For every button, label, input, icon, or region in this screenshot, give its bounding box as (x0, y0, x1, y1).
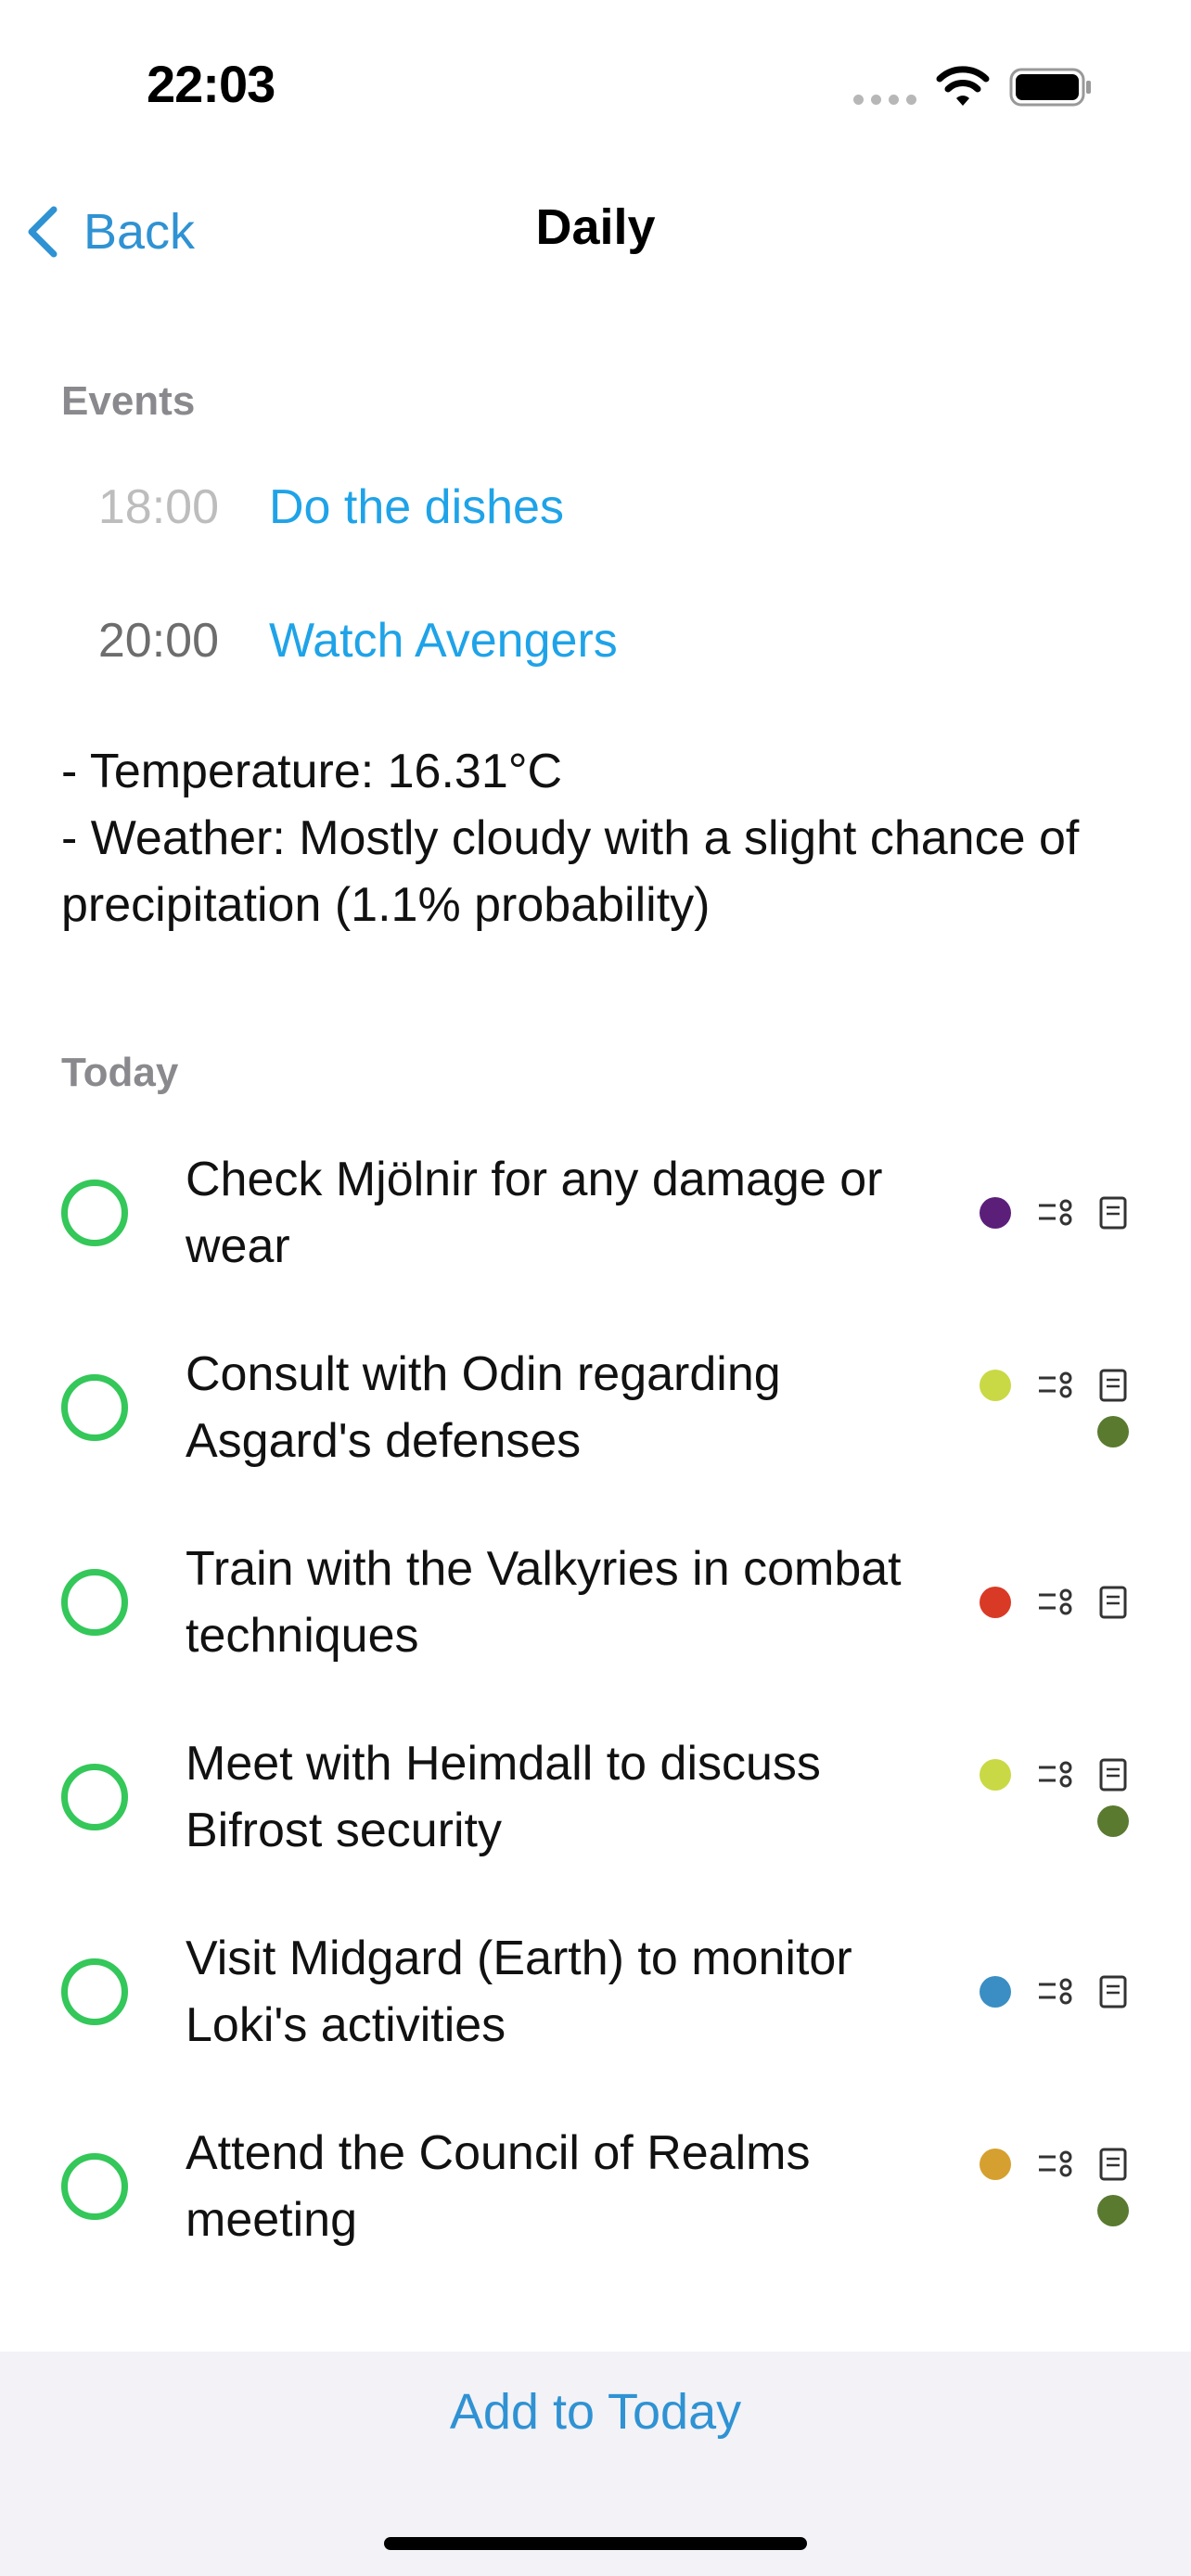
tag-color-dot (980, 1197, 1011, 1229)
task-checkbox[interactable] (61, 1180, 128, 1246)
notes-icon (1099, 1369, 1127, 1402)
status-dot (1097, 1416, 1129, 1447)
task-title: Meet with Heimdall to discuss Bifrost se… (186, 1737, 821, 1857)
notes-icon (1099, 2148, 1127, 2181)
events-section-header: Events (61, 378, 196, 424)
battery-icon (1009, 68, 1091, 107)
subtasks-icon (1039, 1371, 1072, 1398)
bottom-bar: Add to Today (0, 2352, 1191, 2576)
status-bar: 22:03 (0, 0, 1191, 176)
task-title: Attend the Council of Realms meeting (186, 2126, 811, 2247)
tag-color-dot (980, 1759, 1011, 1791)
event-time: 20:00 (97, 614, 219, 668)
subtasks-icon (1039, 1761, 1072, 1788)
tag-color-dot (980, 1370, 1011, 1401)
subtasks-icon (1039, 1978, 1072, 2005)
task-row[interactable]: Train with the Valkyries in combat techn… (0, 1536, 1191, 1702)
navigation-bar: Back Daily (0, 176, 1191, 287)
task-title: Visit Midgard (Earth) to monitor Loki's … (186, 1932, 852, 2052)
task-checkbox[interactable] (61, 1374, 128, 1441)
task-row[interactable]: Visit Midgard (Earth) to monitor Loki's … (0, 1925, 1191, 2092)
notes-icon (1099, 1758, 1127, 1792)
weather-note: - Temperature: 16.31°C - Weather: Mostly… (61, 738, 1137, 938)
status-time: 22:03 (147, 55, 275, 113)
add-to-today-button[interactable]: Add to Today (0, 2383, 1191, 2441)
task-checkbox[interactable] (61, 1569, 128, 1636)
subtasks-icon (1039, 1199, 1072, 1226)
notes-icon (1099, 1196, 1127, 1230)
task-list[interactable]: Check Mjölnir for any damage or wear Con… (0, 1113, 1191, 2352)
subtasks-icon (1039, 2150, 1072, 2177)
home-indicator[interactable] (384, 2537, 807, 2550)
today-section-header: Today (61, 1050, 179, 1095)
temperature-line: - Temperature: 16.31°C (61, 745, 563, 798)
task-row[interactable]: Consult with Odin regarding Asgard's def… (0, 1341, 1191, 1508)
subtasks-icon (1039, 1588, 1072, 1615)
notes-icon (1099, 1975, 1127, 2009)
tag-color-dot (980, 2149, 1011, 2180)
task-checkbox[interactable] (61, 2153, 128, 2220)
task-title: Consult with Odin regarding Asgard's def… (186, 1347, 781, 1468)
event-row[interactable]: 18:00 Do the dishes (61, 465, 1128, 549)
weather-line: - Weather: Mostly cloudy with a slight c… (61, 811, 1080, 932)
tag-color-dot (980, 1587, 1011, 1618)
task-row[interactable]: Meet with Heimdall to discuss Bifrost se… (0, 1730, 1191, 1897)
task-row[interactable]: Check Mjölnir for any damage or wear (0, 1146, 1191, 1313)
status-dot (1097, 2195, 1129, 2226)
event-time: 18:00 (97, 480, 219, 534)
task-title: Check Mjölnir for any damage or wear (186, 1153, 883, 1273)
task-checkbox[interactable] (61, 1958, 128, 2025)
tag-color-dot (980, 1976, 1011, 2008)
page-title: Daily (535, 199, 656, 255)
event-row[interactable]: 20:00 Watch Avengers (61, 599, 1128, 682)
wifi-icon (936, 66, 990, 106)
event-title[interactable]: Do the dishes (269, 479, 564, 535)
task-title: Train with the Valkyries in combat techn… (186, 1542, 902, 1663)
notes-icon (1099, 1586, 1127, 1619)
cellular-signal-icon (853, 95, 916, 105)
event-title[interactable]: Watch Avengers (269, 613, 618, 669)
task-row[interactable]: Attend the Council of Realms meeting (0, 2120, 1191, 2287)
status-dot (1097, 1805, 1129, 1837)
task-checkbox[interactable] (61, 1764, 128, 1830)
